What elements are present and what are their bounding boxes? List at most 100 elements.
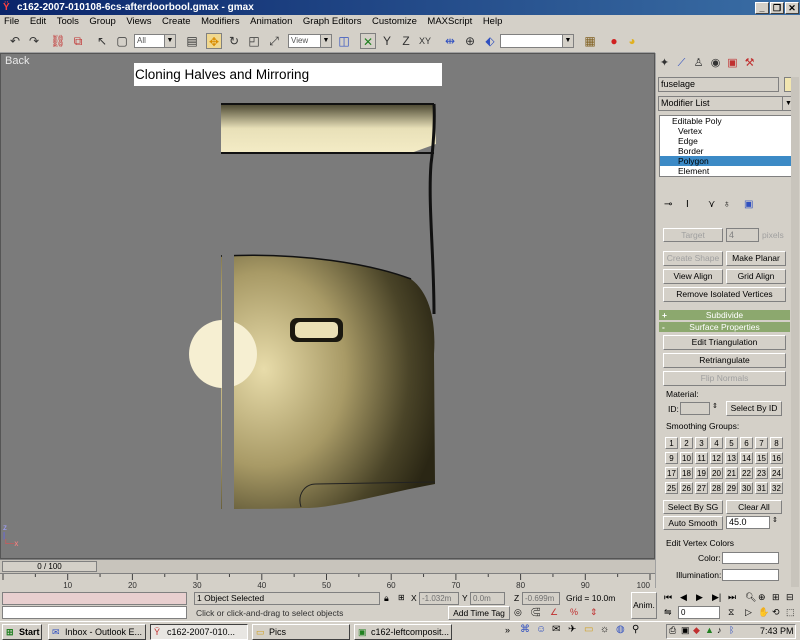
smoothing-group-button[interactable]: 4 [710,437,723,449]
zoom-extents-icon[interactable]: ⊞ [772,592,780,603]
create-tab-icon[interactable]: ✦ [657,56,672,71]
stack-item-border[interactable]: Border [660,146,792,156]
command-panel-scrollbar[interactable] [791,77,799,587]
smoothing-group-button[interactable]: 19 [695,467,708,479]
undo-icon[interactable]: ↶ [7,33,23,49]
select-and-move-icon[interactable]: ✥ [206,33,222,49]
x-coordinate-field[interactable]: -1.032m [419,592,459,605]
remove-isolated-vertices-button[interactable]: Remove Isolated Vertices [663,287,786,302]
menu-help[interactable]: Help [479,15,507,29]
subdivide-rollout[interactable]: + Subdivide [659,310,790,320]
smoothing-group-button[interactable]: 2 [680,437,693,449]
smoothing-group-button[interactable]: 5 [725,437,738,449]
search-tray-icon[interactable]: ⚲ [632,624,639,635]
select-by-id-button[interactable]: Select By ID [726,401,782,416]
render-scene-icon[interactable]: ● [606,33,622,49]
select-and-squash-icon[interactable]: ⤢ [266,33,282,49]
menu-file[interactable]: File [0,15,23,29]
named-selection-dropdown[interactable]: ▼ [500,34,574,48]
bulb-icon[interactable]: ☼ [600,624,609,635]
material-editor-icon[interactable]: ▦ [582,33,598,49]
smoothing-group-button[interactable]: 21 [725,467,738,479]
menu-graph-editors[interactable]: Graph Editors [299,15,366,29]
menu-modifiers[interactable]: Modifiers [197,15,244,29]
smoothing-group-button[interactable]: 1 [665,437,678,449]
smoothing-group-button[interactable]: 32 [770,482,783,494]
taskbar-item-image[interactable]: ▣ c162-leftcomposit... [354,624,452,640]
percent-snap-icon[interactable]: % [570,607,578,617]
key-mode-icon[interactable]: ◎ [514,607,522,618]
animate-toggle-button[interactable]: Anim. [631,592,657,619]
zoom-icon[interactable]: 🔍︎ [745,592,756,603]
smoothing-group-button[interactable]: 7 [755,437,768,449]
close-button[interactable]: ✕ [785,2,799,14]
maxscript-output-mini[interactable] [2,606,187,619]
redo-icon[interactable]: ↷ [26,33,42,49]
maxscript-listener-mini[interactable] [2,592,187,605]
lock-selection-icon[interactable]: 🔒︎ [384,593,389,604]
menu-views[interactable]: Views [122,15,155,29]
smoothing-group-button[interactable]: 8 [770,437,783,449]
spinner-arrows-icon[interactable]: ⇕ [772,516,778,524]
create-shape-button[interactable]: Create Shape [663,251,723,266]
restrict-to-xy-icon[interactable]: XY [417,33,433,49]
gmax-app-icon[interactable]: Ϋ [3,2,14,13]
material-id-spinner[interactable] [680,402,710,415]
smoothing-group-button[interactable]: 16 [770,452,783,464]
show-more-icon[interactable]: » [505,625,510,635]
restore-button[interactable]: ❐ [770,2,784,14]
y-coordinate-field[interactable]: 0.0m [470,592,505,605]
globe-icon[interactable]: ◍ [616,624,625,635]
viewport-back[interactable]: Back Cloning Halves and Mirroring z | └─… [0,53,655,559]
menu-tools[interactable]: Tools [53,15,83,29]
reference-coordinate-dropdown[interactable]: View ▼ [288,34,332,48]
display-tray-icon[interactable]: ▣ [681,625,690,636]
smoothing-group-button[interactable]: 17 [665,467,678,479]
smoothing-group-button[interactable]: 23 [755,467,768,479]
smoothing-group-button[interactable]: 12 [710,452,723,464]
field-of-view-icon[interactable]: ▷ [745,607,752,618]
add-time-tag-button[interactable]: Add Time Tag [448,606,510,620]
auto-smooth-threshold[interactable]: 45.0 [726,516,770,529]
smoothing-group-button[interactable]: 3 [695,437,708,449]
key-mode-toggle-icon[interactable]: ⇋ [664,607,672,618]
hierarchy-tab-icon[interactable]: ♙ [691,56,706,71]
smoothing-group-button[interactable]: 27 [695,482,708,494]
menu-maxscript[interactable]: MAXScript [423,15,476,29]
restrict-to-y-icon[interactable]: Y [379,33,395,49]
edit-triangulation-button[interactable]: Edit Triangulation [663,335,786,350]
smoothing-group-button[interactable]: 30 [740,482,753,494]
select-by-name-icon[interactable]: ▤ [184,33,200,49]
zoom-all-icon[interactable]: ⊕ [758,592,766,603]
modify-tab-icon[interactable]: ⟋ [674,56,689,71]
goto-end-icon[interactable]: ⏭ [728,592,736,603]
absolute-mode-icon[interactable]: ⊞ [398,593,405,602]
select-and-rotate-icon[interactable]: ↻ [226,33,242,49]
stack-item-edge[interactable]: Edge [660,136,792,146]
unlink-selection-icon[interactable]: ⧉ [70,33,86,49]
smoothing-group-button[interactable]: 6 [740,437,753,449]
z-coordinate-field[interactable]: -0.699m [522,592,560,605]
minimize-button[interactable]: _ [755,2,769,14]
snaps-toggle-icon[interactable]: 🧲︎ [530,607,541,618]
menu-edit[interactable]: Edit [26,15,50,29]
smoothing-group-button[interactable]: 28 [710,482,723,494]
smoothing-group-button[interactable]: 18 [680,467,693,479]
select-and-scale-icon[interactable]: ◰ [246,33,262,49]
taskbar-item-gmax[interactable]: Ϋc162-2007-010... [150,624,248,640]
update-tray-icon[interactable]: ▲ [705,625,714,635]
smoothing-group-button[interactable]: 15 [755,452,768,464]
printer-tray-icon[interactable]: ⎙ [669,625,676,636]
show-end-result-icon[interactable]: Ι [686,199,689,210]
current-frame-field[interactable]: 0 [678,606,720,619]
smoothing-group-button[interactable]: 9 [665,452,678,464]
pin-stack-icon[interactable]: ⊸ [664,199,672,210]
quick-render-icon[interactable]: ◕ [624,33,640,49]
named-selection-sets-icon[interactable]: ⬖ [482,33,498,49]
auto-smooth-button[interactable]: Auto Smooth [663,516,723,530]
fuselage-mesh[interactable] [1,54,655,559]
smoothing-group-button[interactable]: 22 [740,467,753,479]
taskbar-item-outlook[interactable]: ✉ Inbox - Outlook E... [48,624,146,640]
time-config-icon[interactable]: ⧖ [728,607,734,618]
menu-create[interactable]: Create [158,15,195,29]
